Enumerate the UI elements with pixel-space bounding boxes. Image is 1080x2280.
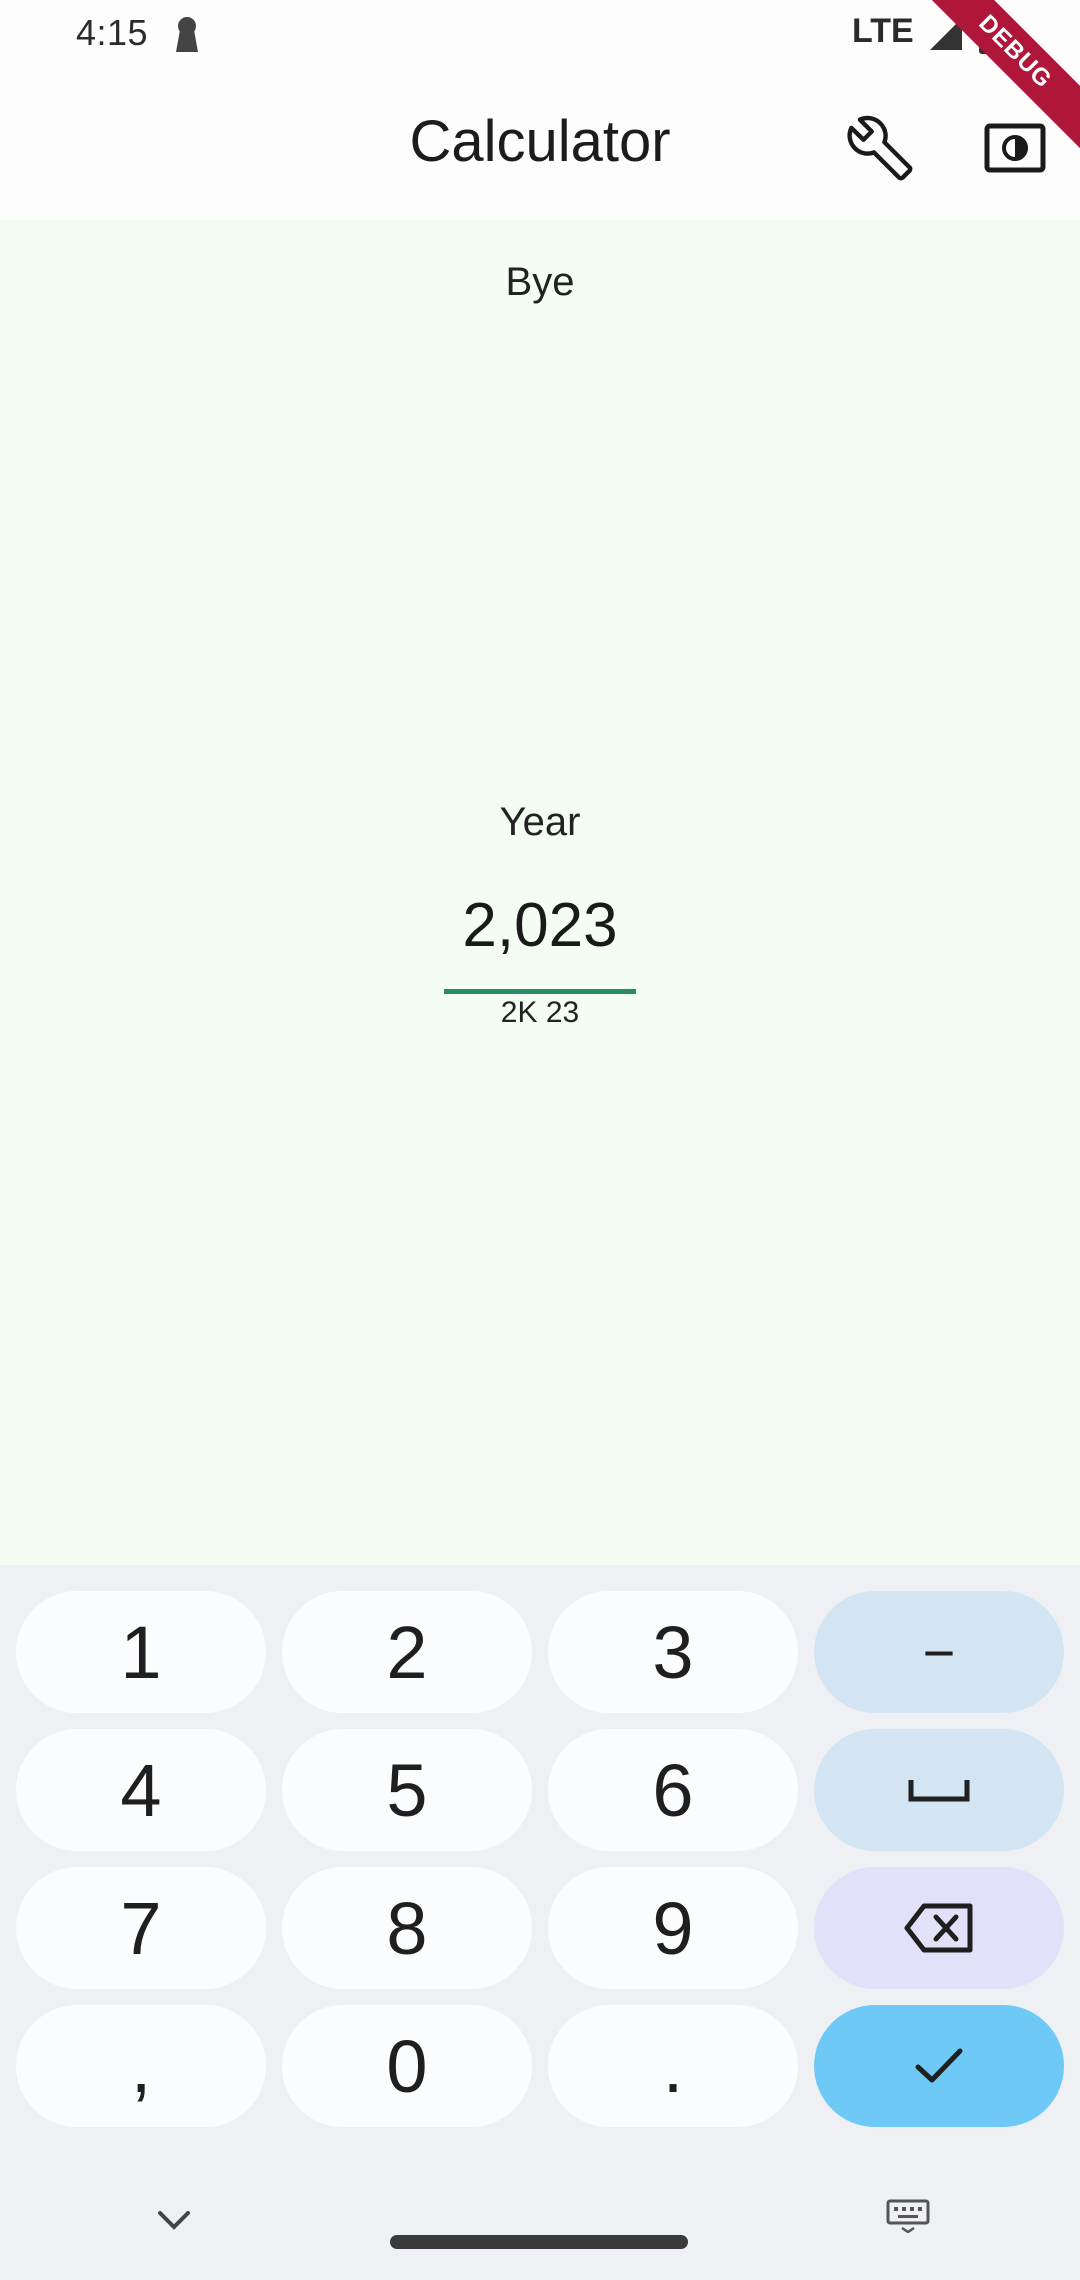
key-0[interactable]: 0 bbox=[282, 2005, 532, 2127]
network-type: LTE bbox=[852, 12, 914, 50]
key-8[interactable]: 8 bbox=[282, 1867, 532, 1989]
year-hint: 2K 23 bbox=[500, 996, 580, 1029]
key-3[interactable]: 3 bbox=[548, 1591, 798, 1713]
conversion-area: Bye Year 2,023 2K 23 bbox=[0, 220, 1080, 1565]
theme-toggle-button[interactable] bbox=[975, 108, 1055, 188]
key-7[interactable]: 7 bbox=[16, 1867, 266, 1989]
key-backspace[interactable] bbox=[814, 1867, 1064, 1989]
wrench-icon bbox=[847, 115, 913, 181]
key-5[interactable]: 5 bbox=[282, 1729, 532, 1851]
confirm-button[interactable] bbox=[814, 2005, 1064, 2127]
chevron-down-icon[interactable] bbox=[154, 2205, 194, 2235]
key-comma[interactable]: , bbox=[16, 2005, 266, 2127]
keyboard-icon[interactable] bbox=[886, 2199, 930, 2233]
year-field-label: Year bbox=[499, 800, 581, 844]
key-9[interactable]: 9 bbox=[548, 1867, 798, 1989]
keypad: 1 2 3 − 4 5 6 7 8 9 , 0 . bbox=[0, 1565, 1080, 2280]
calculator-screen: 4:15 LTE DEBUG Calculator Bye Year 2,023… bbox=[0, 0, 1080, 2280]
input-underline bbox=[444, 989, 636, 994]
app-bar: Calculator bbox=[0, 70, 1080, 220]
key-1[interactable]: 1 bbox=[16, 1591, 266, 1713]
home-indicator[interactable] bbox=[390, 2235, 688, 2249]
key-space[interactable] bbox=[814, 1729, 1064, 1851]
key-2[interactable]: 2 bbox=[282, 1591, 532, 1713]
checkmark-icon bbox=[915, 2048, 963, 2083]
key-decimal[interactable]: . bbox=[548, 2005, 798, 2127]
keyhole-icon bbox=[176, 17, 198, 52]
settings-button[interactable] bbox=[840, 108, 920, 188]
brightness-toggle-icon bbox=[984, 123, 1046, 173]
status-time: 4:15 bbox=[76, 12, 149, 53]
other-field-label[interactable]: Bye bbox=[0, 260, 1080, 305]
key-4[interactable]: 4 bbox=[16, 1729, 266, 1851]
year-input[interactable]: 2,023 bbox=[0, 890, 1080, 961]
space-bar-icon bbox=[908, 1780, 970, 1802]
status-bar: 4:15 LTE bbox=[0, 0, 1080, 70]
key-6[interactable]: 6 bbox=[548, 1729, 798, 1851]
key-minus[interactable]: − bbox=[814, 1591, 1064, 1713]
backspace-icon bbox=[904, 1903, 973, 1953]
